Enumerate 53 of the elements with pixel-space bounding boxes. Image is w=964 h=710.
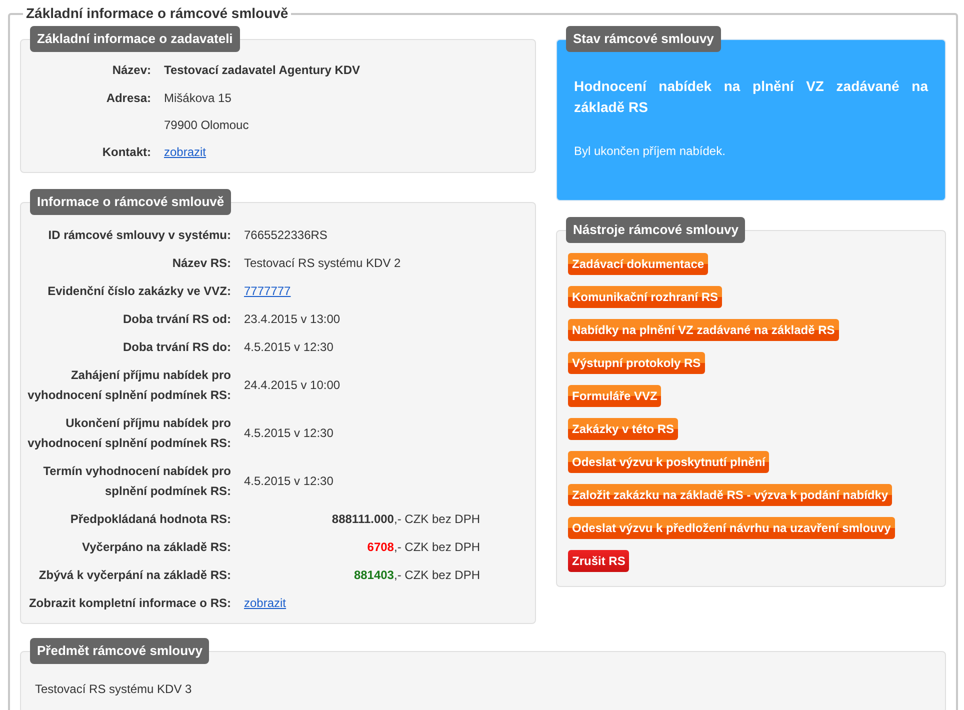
- field-label: Kontakt:: [102, 144, 151, 161]
- action-button[interactable]: Zakázky v této RS: [568, 418, 678, 440]
- field-value: Mišákova 15: [164, 90, 232, 107]
- action-button[interactable]: Výstupní protokoly RS: [568, 352, 705, 374]
- field-value: 4.5.2015 v 12:30: [244, 473, 334, 490]
- action-button[interactable]: Nabídky na plnění VZ zadávané na základě RS: [568, 319, 839, 341]
- field-label: Vyčerpáno na základě RS:: [82, 539, 231, 556]
- field-value: 4.5.2015 v 12:30: [244, 339, 334, 356]
- field-value: 7665522336RS: [244, 227, 328, 244]
- field-label: Zahájení příjmu nabídek pro vyhodnocení splnění podmínek RS:: [26, 367, 231, 404]
- panel-heading: Stav rámcové smlouvy: [566, 26, 721, 52]
- currency-text: ,- CZK bez DPH: [394, 539, 480, 556]
- action-button[interactable]: Založit zakázku na základě RS - výzva k podání nabídky: [568, 484, 892, 506]
- field-label: Evidenční číslo zakázky ve VVZ:: [48, 283, 231, 300]
- status-text: Byl ukončen příjem nabídek.: [574, 143, 726, 160]
- field-label: ID rámcové smlouvy v systému:: [48, 227, 231, 244]
- field-label: Termín vyhodnocení nabídek pro splnění podmínek RS:: [42, 463, 231, 500]
- panel-heading: Předmět rámcové smlouvy: [30, 638, 210, 664]
- panel-heading: Informace o rámcové smlouvě: [30, 189, 232, 215]
- field-label: Adresa:: [106, 90, 151, 107]
- link[interactable]: 7777777: [244, 282, 291, 300]
- field-label: Název RS:: [172, 255, 231, 272]
- field-value: 24.4.2015 v 10:00: [244, 377, 340, 394]
- action-button[interactable]: Komunikační rozhraní RS: [568, 286, 722, 308]
- action-button[interactable]: Zrušit RS: [568, 550, 630, 572]
- amount-value: 881403: [354, 567, 394, 584]
- field-label: Doba trvání RS do:: [122, 339, 231, 356]
- currency-text: ,- CZK bez DPH: [394, 567, 480, 584]
- link[interactable]: zobrazit: [244, 594, 286, 612]
- field-label: Předpokládaná hodnota RS:: [70, 511, 231, 528]
- field-label: Název:: [112, 62, 151, 79]
- field-value: 23.4.2015 v 13:00: [244, 311, 340, 328]
- amount-value: 888111.000: [332, 511, 394, 528]
- currency-text: ,- CZK bez DPH: [394, 511, 480, 528]
- field-label: Ukončení příjmu nabídek pro vyhodnocení splnění podmínek RS:: [26, 415, 231, 452]
- panel-heading: Nástroje rámcové smlouvy: [566, 217, 746, 243]
- field-value: Testovací zadavatel Agentury KDV: [164, 62, 360, 79]
- status-heading: Hodnocení nabídek na plnění VZ zadávané na základě RS: [574, 77, 928, 117]
- subject-text: Testovací RS systému KDV 3: [35, 682, 192, 696]
- field-label: Doba trvání RS od:: [122, 311, 231, 328]
- section-title: Základní informace o rámcové smlouvě: [25, 4, 290, 23]
- panel-heading: Základní informace o zadavateli: [30, 26, 240, 52]
- field-value: 79900 Olomouc: [164, 117, 249, 134]
- action-button[interactable]: Formuláře VVZ: [568, 385, 662, 407]
- field-value: Testovací RS systému KDV 2: [244, 255, 401, 272]
- amount-value: 6708: [367, 539, 394, 556]
- field-label: Zobrazit kompletní informace o RS:: [28, 595, 231, 612]
- field-label: Zbývá k vyčerpání na základě RS:: [38, 567, 231, 584]
- action-button[interactable]: Odeslat výzvu k předložení návrhu na uzavření smlouvy: [568, 517, 895, 539]
- field-value: 4.5.2015 v 12:30: [244, 425, 334, 442]
- link[interactable]: zobrazit: [164, 143, 206, 161]
- action-button[interactable]: Zadávací dokumentace: [568, 253, 708, 275]
- action-button[interactable]: Odeslat výzvu k poskytnutí plnění: [568, 451, 770, 473]
